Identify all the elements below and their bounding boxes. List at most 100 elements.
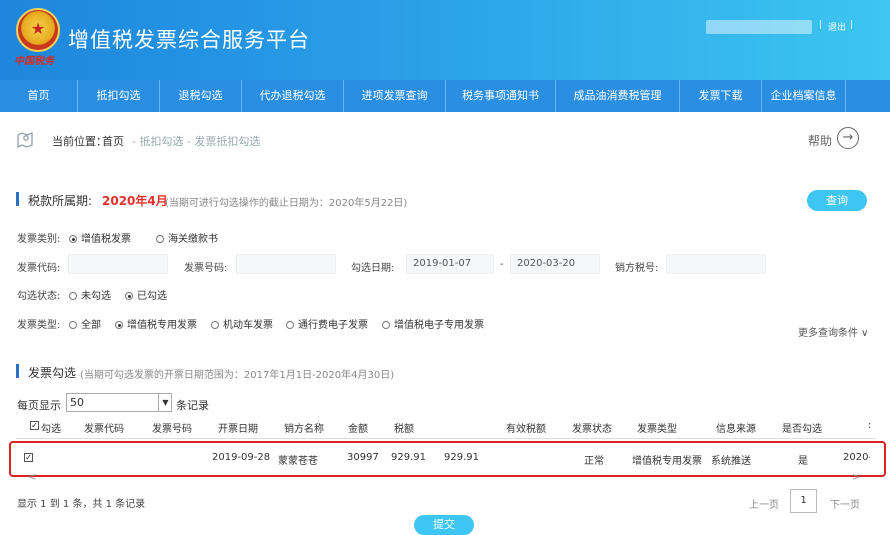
invoice-code-input[interactable]: [68, 254, 168, 274]
cell-status: 正常: [584, 456, 604, 467]
radio-selected-icon: [125, 292, 133, 300]
invoice-type-label: 发票类型:: [17, 320, 61, 331]
date-separator: -: [500, 259, 504, 270]
nav-tax-notice[interactable]: 税务事项通知书: [446, 80, 556, 112]
select-status-label: 勾选状态:: [17, 291, 61, 302]
tax-period-value: 2020年4月: [102, 194, 168, 208]
col-amount: 金额: [348, 424, 368, 435]
invoice-code-label: 发票代码:: [17, 263, 61, 274]
next-page-button[interactable]: 下一页: [830, 496, 860, 511]
radio-vat-invoice[interactable]: 增值税发票: [69, 230, 131, 245]
radio-type-motor-vehicle[interactable]: 机动车发票: [211, 316, 273, 331]
col-invoice-number: 发票号码: [152, 424, 192, 435]
cell-tax: 929.91: [391, 452, 426, 463]
radio-icon: [382, 321, 390, 329]
row-checkbox[interactable]: ✓: [24, 452, 33, 463]
date-to-input[interactable]: 2020-03-20: [510, 254, 600, 274]
invoice-date-range-note: (当期可勾选发票的开票日期范围为：2017年1月1日-2020年4月30日): [80, 370, 395, 381]
col-tax: 税额: [394, 424, 414, 435]
scroll-right-icon[interactable]: >: [852, 472, 860, 483]
site-title: 增值税发票综合服务平台: [68, 28, 310, 52]
col-overflow: :: [868, 420, 872, 431]
tax-bureau-logo-text: 中国税务: [14, 56, 54, 67]
location-map-icon: [17, 132, 33, 148]
chevron-down-icon[interactable]: ▼: [158, 393, 172, 412]
cell-info-source: 系统推送: [711, 456, 751, 467]
radio-type-vat-special[interactable]: 增值税专用发票: [115, 316, 197, 331]
col-invoice-type: 发票类型: [637, 424, 677, 435]
col-seller-name: 销方名称: [284, 424, 324, 435]
nav-refund-select[interactable]: 退税勾选: [160, 80, 242, 112]
nav-home[interactable]: 首页: [0, 80, 78, 112]
invoice-number-input[interactable]: [236, 254, 336, 274]
col-select: 勾选: [41, 424, 61, 435]
section-marker: [16, 364, 19, 378]
submit-button[interactable]: 提交: [414, 515, 474, 535]
radio-type-toll-electronic[interactable]: 通行费电子发票: [286, 316, 368, 331]
cell-seller-name: 蒙蒙苍苍: [278, 456, 318, 467]
page-number-button[interactable]: 1: [790, 489, 817, 513]
radio-unselected[interactable]: 未勾选: [69, 287, 111, 302]
nav-invoice-download[interactable]: 发票下载: [680, 80, 762, 112]
table-header: ✓ 勾选 发票代码 发票号码 开票日期 销方名称 金额 税额 有效税额 发票状态…: [16, 416, 876, 439]
prev-page-button[interactable]: 上一页: [749, 496, 779, 511]
scroll-left-icon[interactable]: <: [28, 472, 36, 483]
breadcrumb-home[interactable]: 首页: [102, 133, 124, 149]
header-banner: ★ 中国税务 增值税发票综合服务平台 | 退出 |: [0, 0, 890, 80]
header-select-all[interactable]: ✓: [30, 420, 39, 431]
col-info-source: 信息来源: [716, 424, 756, 435]
seller-tax-id-input[interactable]: [666, 254, 766, 274]
per-page-select[interactable]: 50: [66, 393, 172, 412]
col-is-selected: 是否勾选: [782, 424, 822, 435]
breadcrumb-label: 当前位置：: [52, 135, 107, 148]
invoice-number-label: 发票号码:: [184, 263, 228, 274]
cell-truncated-date: 2020-0: [843, 452, 870, 463]
radio-selected[interactable]: 已勾选: [125, 287, 167, 302]
help-link[interactable]: 帮助: [808, 132, 832, 149]
nav-deduction-select[interactable]: 抵扣勾选: [78, 80, 160, 112]
radio-icon: [211, 321, 219, 329]
col-issue-date: 开票日期: [218, 424, 258, 435]
select-date-label: 勾选日期:: [351, 263, 395, 274]
per-page-unit: 条记录: [176, 399, 209, 412]
radio-type-vat-electronic-special[interactable]: 增值税电子专用发票: [382, 316, 484, 331]
separator: |: [819, 20, 823, 30]
col-invoice-status: 发票状态: [572, 424, 612, 435]
cell-invoice-type: 增值税专用发票: [632, 456, 702, 467]
col-invoice-code: 发票代码: [84, 424, 124, 435]
cell-issue-date: 2019-09-28: [212, 452, 271, 463]
radio-icon: [156, 235, 164, 243]
main-nav: 首页 抵扣勾选 退税勾选 代办退税勾选 进项发票查询 税务事项通知书 成品油消费…: [0, 80, 890, 112]
nav-enterprise-profile[interactable]: 企业档案信息: [762, 80, 846, 112]
tax-period-note: (当期可进行勾选操作的截止日期为：2020年5月22日): [165, 198, 408, 209]
date-from-input[interactable]: 2019-01-07: [406, 254, 494, 274]
radio-customs-payment[interactable]: 海关缴款书: [156, 230, 218, 245]
seller-tax-id-label: 销方税号:: [615, 263, 659, 274]
invoice-select-title: 发票勾选: [28, 366, 77, 380]
radio-icon: [69, 321, 77, 329]
tax-period-title: 税款所属期:: [28, 194, 93, 208]
nav-oil-consumption-tax[interactable]: 成品油消费税管理: [556, 80, 680, 112]
per-page-label: 每页显示: [17, 399, 61, 412]
more-conditions-toggle[interactable]: 更多查询条件 ∨: [798, 324, 869, 339]
user-name-redacted: [706, 20, 812, 34]
col-valid-tax: 有效税额: [506, 424, 546, 435]
checkbox-checked-icon[interactable]: ✓: [30, 420, 39, 430]
nav-agent-refund-select[interactable]: 代办退税勾选: [242, 80, 344, 112]
breadcrumb-path: - 抵扣勾选 - 发票抵扣勾选: [132, 135, 261, 148]
separator: |: [850, 20, 854, 30]
cell-valid-tax: 929.91: [444, 452, 479, 463]
query-button[interactable]: 查询: [807, 190, 867, 211]
checkbox-checked-icon[interactable]: ✓: [24, 452, 33, 462]
invoice-category-label: 发票类别:: [17, 234, 61, 245]
logout-link[interactable]: 退出: [828, 20, 846, 33]
star-icon: ★: [30, 19, 46, 38]
radio-icon: [286, 321, 294, 329]
arrow-right-circle-icon[interactable]: →: [837, 127, 859, 149]
radio-type-all[interactable]: 全部: [69, 316, 101, 331]
cell-is-selected: 是: [798, 456, 808, 467]
nav-input-invoice-query[interactable]: 进项发票查询: [344, 80, 446, 112]
record-summary: 显示 1 到 1 条，共 1 条记录: [17, 499, 146, 510]
radio-icon: [69, 292, 77, 300]
